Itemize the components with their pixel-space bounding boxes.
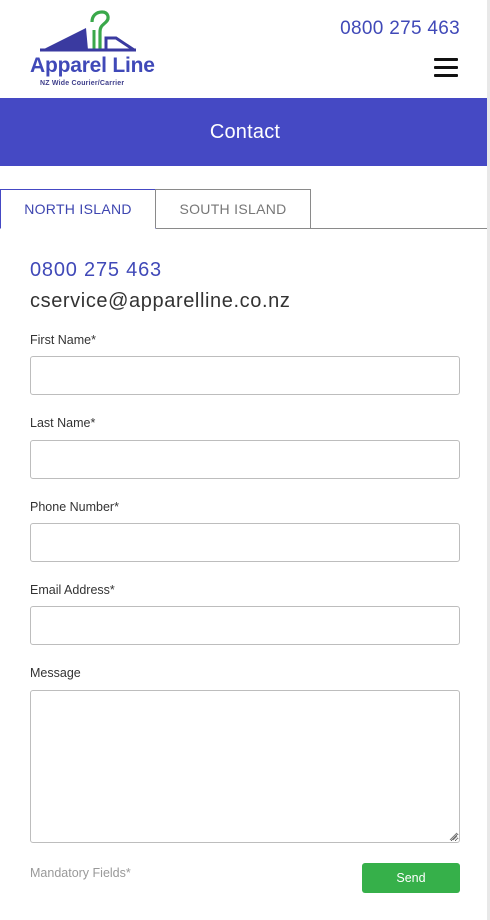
- contact-phone-link[interactable]: 0800 275 463: [30, 259, 162, 282]
- phone-number-field[interactable]: [30, 523, 460, 562]
- page-title: Contact: [209, 120, 281, 143]
- logo-title: Apparel Line: [30, 54, 155, 77]
- tab-north-island[interactable]: NORTH ISLAND: [0, 189, 156, 229]
- hanger-logo-icon: [40, 10, 136, 52]
- phone-number-label: Phone Number*: [30, 500, 119, 514]
- menu-bar: [434, 74, 458, 77]
- menu-bar: [434, 58, 458, 61]
- tab-south-island[interactable]: SOUTH ISLAND: [155, 189, 311, 228]
- email-address-field[interactable]: [30, 606, 460, 645]
- logo-subtitle: NZ Wide Courier/Carrier: [40, 80, 125, 87]
- message-label: Message: [30, 666, 81, 680]
- mandatory-fields-note: Mandatory Fields*: [30, 866, 131, 880]
- hamburger-menu-icon[interactable]: [434, 58, 458, 78]
- contact-email-link[interactable]: cservice@apparelline.co.nz: [30, 290, 290, 313]
- site-header: Apparel Line NZ Wide Courier/Carrier 080…: [0, 0, 490, 98]
- first-name-label: First Name*: [30, 333, 96, 347]
- send-button[interactable]: Send: [362, 863, 460, 893]
- header-phone-link[interactable]: 0800 275 463: [340, 18, 460, 40]
- last-name-field[interactable]: [30, 440, 460, 479]
- page-banner: Contact: [0, 98, 490, 166]
- island-tabs: NORTH ISLAND SOUTH ISLAND: [0, 189, 490, 229]
- email-address-label: Email Address*: [30, 583, 115, 597]
- menu-bar: [434, 66, 458, 69]
- first-name-field[interactable]: [30, 356, 460, 395]
- message-field[interactable]: [30, 690, 460, 843]
- apparel-line-logo[interactable]: Apparel Line NZ Wide Courier/Carrier: [28, 8, 158, 90]
- last-name-label: Last Name*: [30, 416, 96, 430]
